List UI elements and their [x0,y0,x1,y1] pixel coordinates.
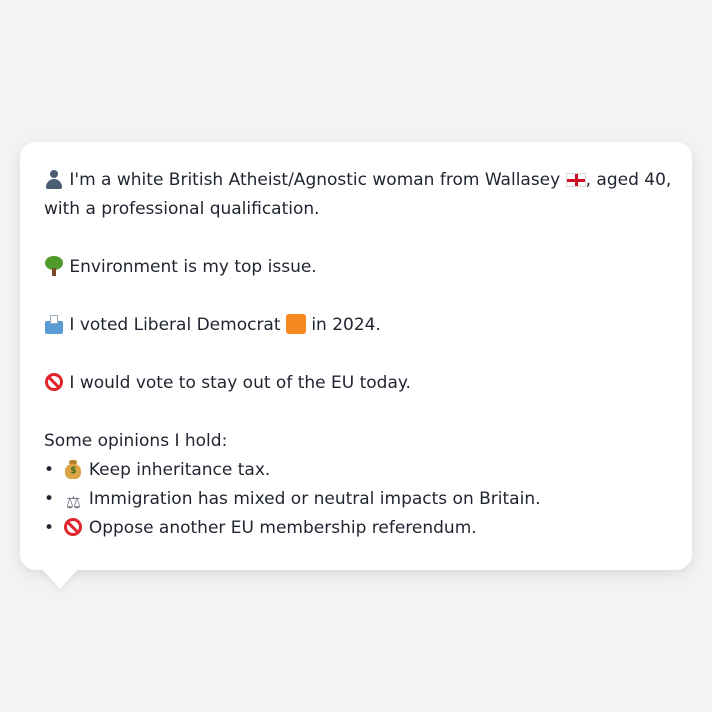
qualification-text: with a professional qualification. [44,199,320,219]
eu-paragraph: I would vote to stay out of the EU today… [44,369,668,398]
no-entry-icon [44,372,64,392]
opinion-text: Immigration has mixed or neutral impacts… [88,489,541,509]
intro-line-1: I'm a white British Atheist/Agnostic wom… [44,166,671,195]
speech-bubble-tail [42,569,78,589]
eu-stance-text: I would vote to stay out of the EU today… [69,373,411,393]
person-icon [44,169,64,189]
vote-paragraph: I voted Liberal Democrat in 2024. [44,311,668,340]
list-item: • ⚖ Immigration has mixed or neutral imp… [44,485,668,514]
list-item: • $ Keep inheritance tax. [44,456,668,485]
england-flag-icon [565,173,586,187]
profile-card: I'm a white British Atheist/Agnostic wom… [20,142,692,570]
vote-year-text: in 2024. [311,315,381,335]
bullet: • [44,460,55,480]
scales-icon: ⚖ [65,493,82,513]
top-issue-text: Environment is my top issue. [69,257,317,277]
ballot-box-icon [44,314,64,334]
orange-square-icon [285,314,306,334]
opinions-header: Some opinions I hold: [44,431,228,451]
top-issue-paragraph: Environment is my top issue. [44,253,668,282]
bullet: • [44,518,55,538]
opinion-text: Oppose another EU membership referendum. [88,518,477,538]
money-bag-icon: $ [63,459,83,479]
vote-text: I voted Liberal Democrat [69,315,281,335]
intro-text: I'm a white British Atheist/Agnostic wom… [69,170,561,190]
age-text: , aged 40, [585,170,672,190]
no-entry-icon [63,517,83,537]
opinion-text: Keep inheritance tax. [88,460,271,480]
tree-icon [44,256,64,276]
opinions-section: Some opinions I hold: • $ Keep inheritan… [44,427,668,543]
intro-paragraph: I'm a white British Atheist/Agnostic wom… [44,166,671,224]
bullet: • [44,489,55,509]
list-item: • Oppose another EU membership referendu… [44,514,668,543]
